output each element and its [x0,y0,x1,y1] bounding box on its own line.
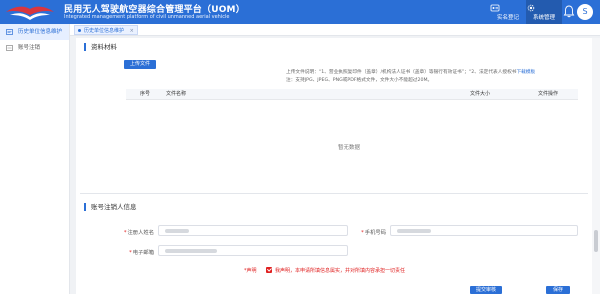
sidebar-item-account-cancel[interactable]: 账号注销 [0,40,69,56]
tab-bar: 历史单位信息维护 × [70,24,600,36]
column-header-actions: 文件操作 [538,91,559,97]
column-header-filesize: 文件大小 [470,91,491,97]
top-header: 民用无人驾驶航空器综合管理平台（UOM） Integrated manageme… [0,0,600,24]
submit-review-button[interactable]: 提交审核 [470,286,502,294]
download-template-link[interactable]: 下载模板 [516,70,535,75]
nav-label: 系统管理 [532,15,555,21]
section-title-materials: 资料材料 [84,43,117,51]
declaration-checkbox[interactable] [266,267,272,273]
tab-active-dot [78,29,81,32]
registrant-phone-field[interactable] [390,225,578,236]
section-title-registrant: 账号注销人信息 [84,203,137,211]
required-star: * [361,230,364,236]
redacted-value [165,229,189,233]
required-star: * [123,230,127,236]
column-header-filename: 文件名称 [166,91,187,97]
nav-label: 实名登记 [496,15,519,21]
save-button[interactable]: 保存 [546,286,570,294]
scrollbar-thumb[interactable] [594,230,598,252]
declaration-text: 我声明，本申请所填信息属实，并对所填内容承担一切责任 [275,268,406,274]
name-label: *注册人姓名 [104,228,154,236]
document-icon [6,29,13,35]
settings-icon [527,4,535,12]
scrollbar-track[interactable] [592,38,600,294]
sidebar-item-label: 账号注销 [18,45,41,51]
user-cancel-icon [6,45,13,51]
upload-hint-text: 上传文件说明：“1、营业执照复印件（盖章）/机构法人证书（盖章）等银行有效证书”… [286,70,517,75]
email-label: *电子邮箱 [104,248,154,256]
redacted-value [165,249,217,253]
upload-hint-format: 注：支持JPG、JPEG、PNG或PDF格式文件，文件大小不能超过20M。 [286,78,433,83]
registrant-email-field[interactable] [158,245,348,256]
registrant-name-field[interactable] [158,225,348,236]
uom-logo-icon [6,6,54,20]
user-avatar[interactable]: S [577,4,593,20]
empty-table-text: 暂无数据 [338,145,361,151]
declaration-label: *声明 [244,268,257,274]
app-subtitle: Integrated management platform of civil … [64,14,230,20]
email-label-text: 电子邮箱 [132,250,154,256]
id-card-icon [490,4,500,12]
files-table-header: 序号 文件名称 文件大小 文件操作 [126,89,578,100]
upload-file-button[interactable]: 上传文件 [124,60,156,69]
phone-label: *手机号码 [344,228,386,236]
section-divider [80,193,588,194]
tab-history-unit-info[interactable]: 历史单位信息维护 × [74,25,138,35]
column-header-index: 序号 [140,91,151,97]
required-star: * [129,250,132,256]
nav-system-management[interactable]: 系统管理 [526,0,562,24]
tab-label: 历史单位信息维护 [84,28,125,34]
nav-real-name-registration[interactable]: 实名登记 [490,0,526,24]
bell-icon[interactable] [563,5,575,18]
close-icon[interactable]: × [130,28,134,34]
upload-hint: 上传文件说明：“1、营业执照复印件（盖章）/机构法人证书（盖章）等银行有效证书”… [286,69,535,75]
sidebar-item-history-unit-info[interactable]: 历史单位信息维护 [0,24,69,40]
phone-label-text: 手机号码 [364,230,386,236]
main-panel: 资料材料 上传文件 上传文件说明：“1、营业执照复印件（盖章）/机构法人证书（盖… [76,38,592,294]
sidebar: 历史单位信息维护 账号注销 [0,24,70,294]
sidebar-item-label: 历史单位信息维护 [18,29,63,35]
name-label-text: 注册人姓名 [127,230,155,236]
redacted-value [397,229,431,233]
